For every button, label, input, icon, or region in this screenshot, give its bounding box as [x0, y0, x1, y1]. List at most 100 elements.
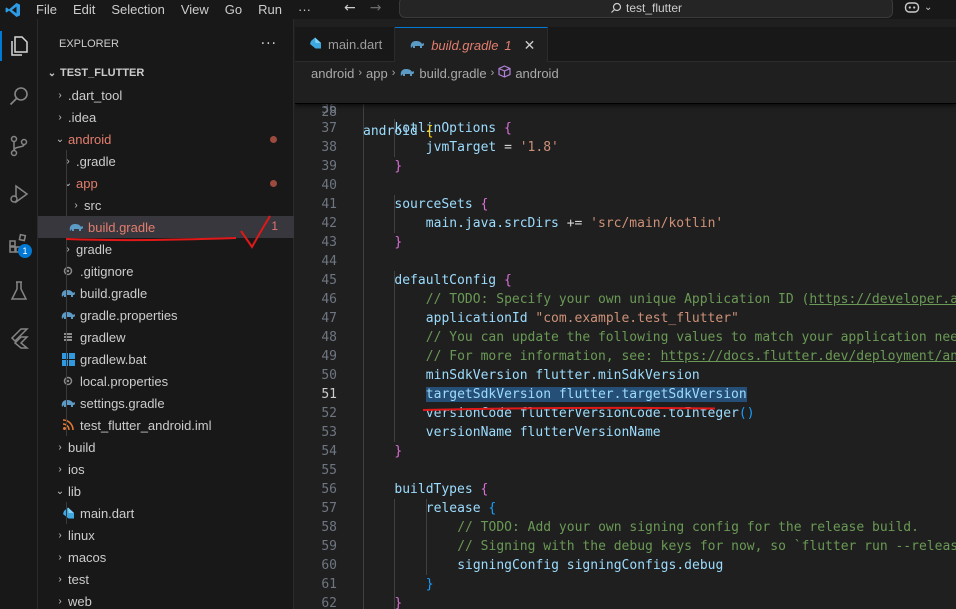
explorer-more-icon[interactable]: ···	[261, 36, 277, 52]
forward-arrow-icon[interactable]: →	[370, 0, 382, 17]
workspace-folder-test-flutter[interactable]: ⌄ TEST_FLUTTER	[38, 62, 294, 84]
tree-item-app[interactable]: ⌄ app	[38, 172, 294, 194]
menu-go[interactable]: Go	[217, 0, 250, 19]
source-control-icon[interactable]	[0, 127, 38, 165]
command-center-search[interactable]: test_flutter	[399, 0, 893, 18]
sticky-scroll-header[interactable]: 28 android {	[295, 84, 956, 139]
code-line[interactable]: 60 signingConfig signingConfigs.debug	[295, 556, 956, 575]
code-editor[interactable]: 28 android { 36 37 kotlinOptions {38 jvmTar…	[295, 84, 956, 609]
code-line[interactable]: 40	[295, 176, 956, 195]
code-line[interactable]: 62}	[295, 594, 956, 609]
back-arrow-icon[interactable]: ←	[344, 0, 356, 17]
code-line[interactable]: 58 // TODO: Add your own signing config f…	[295, 518, 956, 537]
menu-bar: File Edit Selection View Go Run ···	[28, 0, 319, 19]
tree-item-linux[interactable]: › linux	[38, 524, 294, 546]
problem-count: 1	[271, 219, 278, 233]
menu-run[interactable]: Run	[250, 0, 290, 19]
indent-guide	[66, 282, 67, 304]
code-line[interactable]: 56 buildTypes {	[295, 480, 956, 499]
code-text: }	[394, 594, 402, 609]
tree-item-ios[interactable]: › ios	[38, 458, 294, 480]
tree-item-gitignore[interactable]: .gitignore	[38, 260, 294, 282]
breadcrumb-android-symbol[interactable]: android	[515, 66, 558, 81]
code-line[interactable]: 52 versionCode flutterVersionCode.toInteg…	[295, 404, 956, 423]
tree-item-local-properties[interactable]: local.properties	[38, 370, 294, 392]
extensions-icon[interactable]: 1	[0, 224, 38, 262]
code-line[interactable]: 55	[295, 461, 956, 480]
code-text: sourceSets {	[394, 195, 488, 214]
code-token: // You can update the following values t…	[425, 330, 956, 345]
tree-item-web[interactable]: › web	[38, 590, 294, 609]
code-line[interactable]: 45 defaultConfig {	[295, 271, 956, 290]
tree-item-label: gradle	[76, 241, 113, 257]
vscode-logo-icon	[0, 0, 26, 19]
menu-edit[interactable]: Edit	[65, 0, 103, 19]
copilot-button[interactable]: ⌄	[904, 0, 932, 14]
code-line[interactable]: 61}	[295, 575, 956, 594]
tree-item-test[interactable]: › test	[38, 568, 294, 590]
code-line[interactable]: 47 applicationId "com.example.test_flutte…	[295, 309, 956, 328]
line-number: 40	[321, 178, 337, 193]
code-text: minSdkVersion flutter.minSdkVersion	[426, 366, 700, 385]
code-line[interactable]: 39}	[295, 157, 956, 176]
indent-guide	[66, 370, 67, 392]
tab-build-gradle[interactable]: build.gradle 1 ✕	[395, 27, 549, 62]
tree-item-gradle-properties[interactable]: gradle.properties	[38, 304, 294, 326]
menu-view[interactable]: View	[173, 0, 217, 19]
title-bar: File Edit Selection View Go Run ··· ← → …	[0, 0, 956, 19]
tree-item-idea[interactable]: › .idea	[38, 106, 294, 128]
tree-item-iml[interactable]: test_flutter_android.iml	[38, 414, 294, 436]
tree-item-gradlew-bat[interactable]: gradlew.bat	[38, 348, 294, 370]
code-line[interactable]: 57 release {	[295, 499, 956, 518]
code-text: }	[394, 442, 402, 461]
breadcrumb-app[interactable]: app	[366, 66, 388, 81]
chevron-right-icon: ›	[358, 67, 363, 79]
tree-item-gradlew[interactable]: gradlew	[38, 326, 294, 348]
tree-item-build[interactable]: › build	[38, 436, 294, 458]
search-icon[interactable]	[0, 77, 38, 115]
line-number: 52	[321, 406, 337, 421]
code-line[interactable]: 54}	[295, 442, 956, 461]
code-line[interactable]: 44	[295, 252, 956, 271]
code-line[interactable]: 53 versionName flutterVersionName	[295, 423, 956, 442]
tree-item-gradle[interactable]: › gradle	[38, 238, 294, 260]
tree-item-build-gradle[interactable]: build.gradle	[38, 282, 294, 304]
menu-selection[interactable]: Selection	[103, 0, 172, 19]
code-token: {	[480, 482, 489, 497]
menu-more[interactable]: ···	[290, 0, 319, 19]
code-line: 28 android {	[295, 84, 956, 139]
breadcrumb-android[interactable]: android	[311, 66, 354, 81]
code-text: // For more information, see: https://do…	[426, 347, 956, 366]
code-line[interactable]: 59 // Signing with the debug keys for now…	[295, 537, 956, 556]
code-token: "com.example.test_flutter"	[535, 311, 739, 326]
run-debug-icon[interactable]	[0, 175, 38, 213]
testing-flask-icon[interactable]	[0, 272, 38, 310]
code-line[interactable]: 48 // You can update the following values…	[295, 328, 956, 347]
code-line[interactable]: 41 sourceSets {	[295, 195, 956, 214]
tree-item-dart-tool[interactable]: › .dart_tool	[38, 84, 294, 106]
code-line[interactable]: 51 targetSdkVersion flutter.targetSdkVers…	[295, 385, 956, 404]
tree-item-settings-gradle[interactable]: settings.gradle	[38, 392, 294, 414]
code-line[interactable]: 42 main.java.srcDirs += 'src/main/kotlin'	[295, 214, 956, 233]
explorer-icon[interactable]	[0, 27, 38, 65]
code-token: {	[503, 273, 512, 288]
tree-item-macos[interactable]: › macos	[38, 546, 294, 568]
tree-item-android[interactable]: ⌄ android	[38, 128, 294, 150]
tree-item-app-build-gradle[interactable]: build.gradle 1	[38, 216, 294, 238]
workspace-folder-label: TEST_FLUTTER	[60, 67, 145, 79]
tree-item-label: build.gradle	[88, 219, 156, 235]
code-line[interactable]: 46 // TODO: Specify your own unique Appli…	[295, 290, 956, 309]
tree-item-dot-gradle[interactable]: › .gradle	[38, 150, 294, 172]
tree-item-lib[interactable]: ⌄ lib	[38, 480, 294, 502]
tree-item-main-dart[interactable]: main.dart	[38, 502, 294, 524]
menu-file[interactable]: File	[28, 0, 65, 19]
breadcrumb-build-gradle[interactable]: build.gradle	[419, 66, 486, 81]
tree-item-src[interactable]: › src	[38, 194, 294, 216]
code-token: jvmTarget	[425, 140, 505, 155]
flutter-icon[interactable]	[0, 319, 38, 357]
tab-main-dart[interactable]: main.dart	[295, 27, 396, 62]
code-line[interactable]: 49 // For more information, see: https://…	[295, 347, 956, 366]
code-line[interactable]: 50 minSdkVersion flutter.minSdkVersion	[295, 366, 956, 385]
close-icon[interactable]: ✕	[524, 37, 536, 54]
code-line[interactable]: 43}	[295, 233, 956, 252]
